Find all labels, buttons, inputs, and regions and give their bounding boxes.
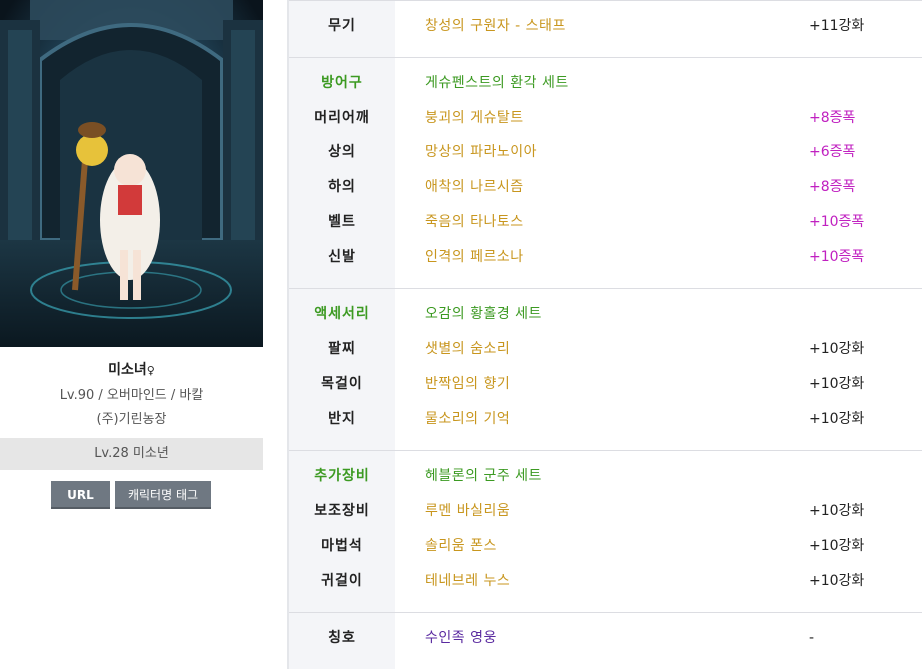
enhance-level: +10강화	[809, 411, 865, 427]
equipment-table	[289, 0, 922, 669]
set-name[interactable]: 게슈펜스트의 환각 세트	[425, 73, 569, 93]
item-name[interactable]: 샛별의 숨소리	[425, 339, 510, 359]
enhance-level: +11강화	[809, 18, 865, 34]
equipment-row[interactable]: 하의 애착의 나르시즘 +8증폭	[289, 177, 922, 197]
amplify-level: +10증폭	[809, 249, 865, 265]
armor-set-row: 방어구 게슈펜스트의 환각 세트	[289, 73, 922, 93]
slot-label: 팔찌	[328, 341, 356, 357]
gender-mark: ♀	[146, 364, 155, 377]
enhance-level: +10강화	[809, 503, 865, 519]
item-name[interactable]: 죽음의 타나토스	[425, 212, 524, 232]
equipment-row[interactable]: 신발 인격의 페르소나 +10증폭	[289, 247, 922, 267]
equipment-row[interactable]: 목걸이 반짝임의 향기 +10강화	[289, 374, 922, 394]
category-label: 방어구	[321, 75, 363, 91]
character-level-class-server: Lv.90 / 오버마인드 / 바칼	[59, 388, 204, 403]
equipment-row[interactable]: 마법석 솔리움 폰스 +10강화	[289, 536, 922, 556]
slot-label: 목걸이	[321, 376, 363, 392]
enhance-level: -	[809, 630, 815, 646]
item-name[interactable]: 테네브레 누스	[425, 571, 510, 591]
sub-character[interactable]: Lv.28 미소년	[0, 438, 263, 470]
enhance-level: +10강화	[809, 573, 865, 589]
slot-label: 반지	[328, 411, 356, 427]
slot-label: 벨트	[328, 214, 356, 230]
equipment-row[interactable]: 반지 물소리의 기억 +10강화	[289, 409, 922, 429]
slot-label: 마법석	[321, 538, 363, 554]
enhance-level: +10강화	[809, 341, 865, 357]
category-label: 액세서리	[314, 306, 370, 322]
item-name[interactable]: 루멘 바실리움	[425, 501, 510, 521]
enhance-level: +10강화	[809, 538, 865, 554]
amplify-level: +8증폭	[809, 110, 856, 126]
slot-label: 보조장비	[314, 503, 370, 519]
character-name-text: 미소녀	[108, 362, 147, 378]
character-portrait	[0, 0, 263, 347]
slot-label: 머리어깨	[314, 110, 370, 126]
equipment-row[interactable]: 상의 망상의 파라노이아 +6증폭	[289, 142, 922, 162]
item-name[interactable]: 물소리의 기억	[425, 409, 510, 429]
extra-set-row: 추가장비 헤블론의 군주 세트	[289, 466, 922, 486]
item-name[interactable]: 애착의 나르시즘	[425, 177, 524, 197]
set-name[interactable]: 헤블론의 군주 세트	[425, 466, 542, 486]
section-separator	[289, 450, 922, 451]
section-separator	[289, 57, 922, 58]
slot-label: 칭호	[328, 630, 356, 646]
equipment-row[interactable]: 보조장비 루멘 바실리움 +10강화	[289, 501, 922, 521]
accessory-set-row: 액세서리 오감의 황홀경 세트	[289, 304, 922, 324]
category-label: 추가장비	[314, 468, 370, 484]
slot-label: 하의	[328, 179, 356, 195]
amplify-level: +6증폭	[809, 144, 856, 160]
character-name: 미소녀♀	[0, 359, 263, 379]
enhance-level: +10강화	[809, 376, 865, 392]
url-button[interactable]: URL	[51, 481, 110, 509]
item-name[interactable]: 솔리움 폰스	[425, 536, 497, 556]
equipment-row-weapon[interactable]: 무기 창성의 구원자 - 스태프 +11강화	[289, 16, 922, 36]
section-separator	[289, 288, 922, 289]
equipment-row-title[interactable]: 칭호 수인족 영웅 -	[289, 628, 922, 648]
slot-label: 귀걸이	[321, 573, 363, 589]
item-name[interactable]: 인격의 페르소나	[425, 247, 524, 267]
equipment-row[interactable]: 귀걸이 테네브레 누스 +10강화	[289, 571, 922, 591]
equipment-row[interactable]: 벨트 죽음의 타나토스 +10증폭	[289, 212, 922, 232]
table-border-top	[289, 0, 922, 1]
amplify-level: +8증폭	[809, 179, 856, 195]
character-guild: (주)기린농장	[96, 412, 167, 427]
item-name[interactable]: 반짝임의 향기	[425, 374, 510, 394]
character-name-tag-button[interactable]: 캐릭터명 태그	[115, 481, 211, 509]
amplify-level: +10증폭	[809, 214, 865, 230]
slot-label: 상의	[328, 144, 356, 160]
equipment-row[interactable]: 머리어깨 붕괴의 게슈탈트 +8증폭	[289, 108, 922, 128]
set-name[interactable]: 오감의 황홀경 세트	[425, 304, 542, 324]
section-separator	[289, 612, 922, 613]
item-name[interactable]: 창성의 구원자 - 스태프	[425, 16, 566, 36]
item-name[interactable]: 붕괴의 게슈탈트	[425, 108, 524, 128]
slot-label: 무기	[328, 18, 356, 34]
item-name[interactable]: 수인족 영웅	[425, 628, 497, 648]
character-profile-panel: 미소녀♀ Lv.90 / 오버마인드 / 바칼 (주)기린농장 Lv.28 미소…	[0, 0, 263, 669]
equipment-row[interactable]: 팔찌 샛별의 숨소리 +10강화	[289, 339, 922, 359]
slot-label: 신발	[328, 249, 356, 265]
item-name[interactable]: 망상의 파라노이아	[425, 142, 537, 162]
